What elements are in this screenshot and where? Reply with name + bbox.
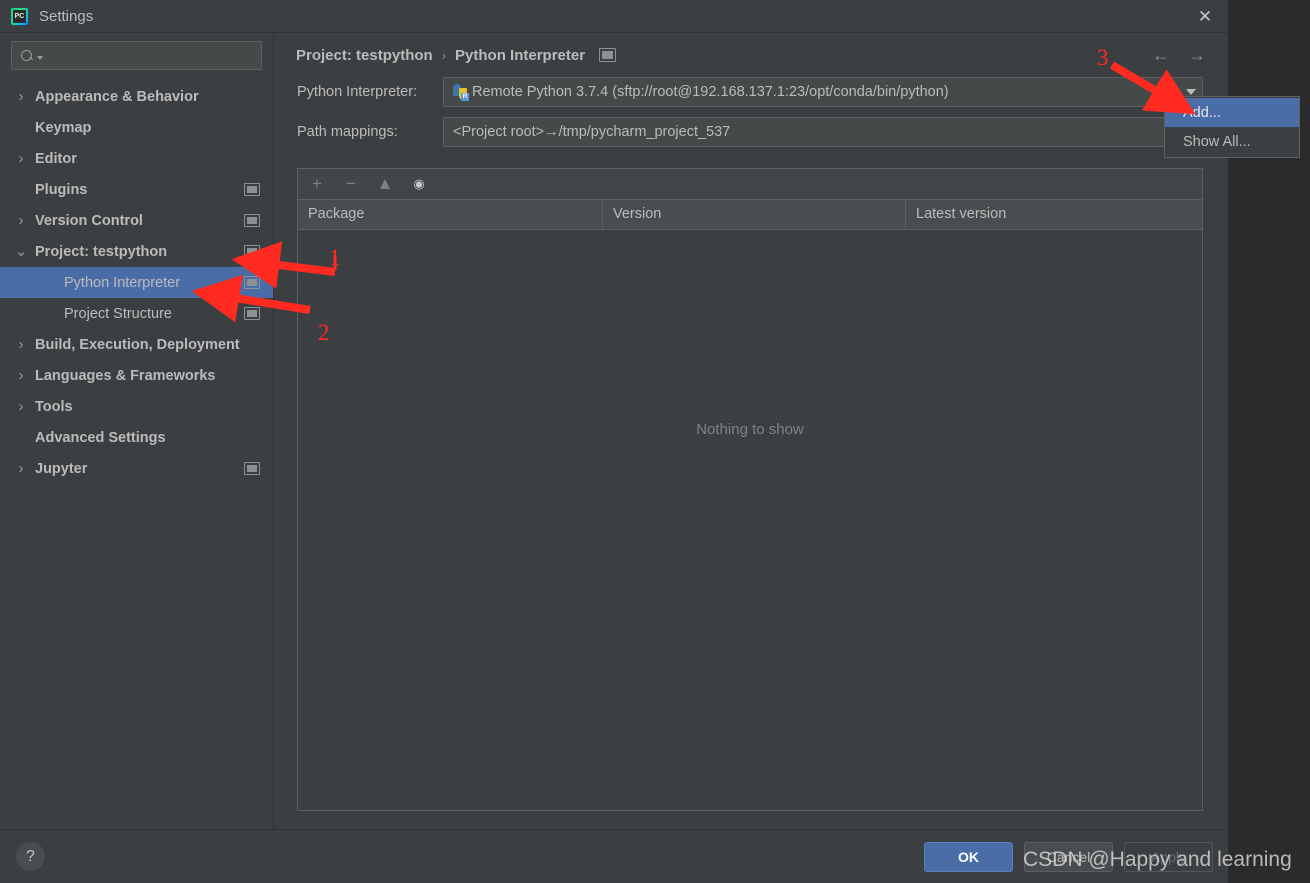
dialog-body: › Appearance & Behavior Keymap › Editor Plugi…: [0, 32, 1228, 829]
settings-sidebar: › Appearance & Behavior Keymap › Editor Plugi…: [0, 33, 274, 829]
sidebar-item-project-testpython[interactable]: ⌄ Project: testpython: [0, 236, 273, 267]
sidebar-item-label: Appearance & Behavior: [35, 88, 199, 105]
breadcrumb-separator: ›: [441, 47, 447, 63]
breadcrumb-project[interactable]: Project: testpython: [296, 47, 433, 64]
sidebar-item-python-interpreter[interactable]: Python Interpreter: [0, 267, 273, 298]
sidebar-item-build-execution-deployment[interactable]: › Build, Execution, Deployment: [0, 329, 273, 360]
column-header-package[interactable]: Package: [298, 200, 603, 229]
add-package-icon[interactable]: +: [308, 175, 326, 193]
sidebar-item-label: Version Control: [35, 212, 143, 229]
chevron-right-icon[interactable]: ›: [13, 367, 29, 384]
packages-empty-state: Nothing to show: [298, 230, 1202, 810]
remove-package-icon[interactable]: −: [342, 175, 360, 193]
window-title: Settings: [39, 7, 94, 25]
packages-toolbar: + − ▲ ◉: [298, 169, 1202, 200]
packages-panel: + − ▲ ◉ Package Version Latest version Noth…: [297, 168, 1203, 811]
sidebar-item-languages-frameworks[interactable]: › Languages & Frameworks: [0, 360, 273, 391]
watermark: CSDN @Happy and learning: [1023, 848, 1292, 871]
search-container: [0, 33, 273, 79]
project-scope-icon: [244, 214, 260, 227]
sidebar-item-advanced-settings[interactable]: Advanced Settings: [0, 422, 273, 453]
chevron-down-icon[interactable]: ⌄: [13, 244, 29, 259]
interpreter-row: Python Interpreter: R Remote Python 3.7.…: [274, 77, 1228, 107]
sidebar-item-tools[interactable]: › Tools: [0, 391, 273, 422]
sidebar-item-project-structure[interactable]: Project Structure: [0, 298, 273, 329]
packages-header: Package Version Latest version: [298, 200, 1202, 230]
sidebar-item-label: Languages & Frameworks: [35, 367, 216, 384]
arrow-left-icon[interactable]: ←: [1152, 46, 1170, 64]
sidebar-item-label: Editor: [35, 150, 77, 167]
sidebar-item-version-control[interactable]: › Version Control: [0, 205, 273, 236]
settings-dialog: Settings ✕ ›Appearance & BehaviorKeymap›…: [0, 0, 1228, 883]
sidebar-item-jupyter[interactable]: › Jupyter: [0, 453, 273, 484]
sidebar-item-label: Advanced Settings: [35, 429, 166, 446]
interpreter-popup-menu: Add... Show All...: [1164, 96, 1300, 158]
project-scope-icon: [244, 245, 260, 258]
sidebar-item-label: Plugins: [35, 181, 88, 198]
ok-button[interactable]: OK: [924, 841, 1013, 872]
sidebar-item-label: Build, Execution, Deployment: [35, 336, 240, 353]
sidebar-item-appearance-behavior[interactable]: › Appearance & Behavior: [0, 81, 273, 112]
project-scope-icon: [599, 48, 617, 62]
chevron-right-icon[interactable]: ›: [13, 460, 29, 477]
path-mappings-row: Path mappings: <Project root>→/tmp/pycha…: [274, 117, 1228, 147]
sidebar-item-label: Keymap: [35, 119, 92, 136]
chevron-right-icon[interactable]: ›: [13, 150, 29, 167]
path-mappings-field[interactable]: <Project root>→/tmp/pycharm_project_537: [443, 117, 1203, 147]
project-scope-icon: [244, 307, 260, 320]
search-input[interactable]: [43, 47, 261, 64]
sidebar-item-keymap[interactable]: Keymap: [0, 112, 273, 143]
python-remote-icon: R: [452, 84, 469, 101]
interpreter-label: Python Interpreter:: [297, 84, 418, 100]
path-mappings-label: Path mappings:: [297, 124, 398, 140]
pycharm-icon: [11, 7, 28, 25]
column-header-version[interactable]: Version: [603, 200, 906, 229]
arrow-right-icon[interactable]: →: [1188, 46, 1206, 64]
menu-item-show-all[interactable]: Show All...: [1165, 127, 1299, 156]
chevron-right-icon[interactable]: ›: [13, 336, 29, 353]
interpreter-combo[interactable]: R Remote Python 3.7.4 (sftp://root@192.1…: [443, 77, 1203, 107]
empty-state-text: Nothing to show: [696, 421, 804, 438]
upgrade-package-icon[interactable]: ▲: [376, 175, 394, 193]
content-pane: Project: testpython › Python Interpreter…: [274, 33, 1228, 829]
close-icon[interactable]: ✕: [1182, 0, 1228, 32]
show-early-releases-icon[interactable]: ◉: [410, 175, 428, 193]
sidebar-item-editor[interactable]: › Editor: [0, 143, 273, 174]
search-field[interactable]: [11, 41, 262, 70]
breadcrumb-page: Python Interpreter: [455, 46, 586, 64]
project-scope-icon: [244, 276, 260, 289]
sidebar-item-label: Project: testpython: [35, 243, 168, 260]
search-icon: [21, 49, 35, 63]
sidebar-item-plugins[interactable]: Plugins: [0, 174, 273, 205]
menu-item-add[interactable]: Add...: [1165, 98, 1299, 127]
path-mappings-value: <Project root>→/tmp/pycharm_project_537: [453, 124, 731, 140]
sidebar-item-label: Python Interpreter: [64, 274, 181, 291]
column-header-latest-version[interactable]: Latest version: [906, 200, 1202, 229]
nav-arrows: ← →: [1152, 33, 1206, 77]
help-button[interactable]: ?: [16, 842, 45, 871]
chevron-right-icon[interactable]: ›: [13, 88, 29, 105]
chevron-right-icon[interactable]: ›: [13, 398, 29, 415]
sidebar-item-label: Project Structure: [64, 305, 172, 322]
project-scope-icon: [244, 462, 260, 475]
chevron-right-icon[interactable]: ›: [13, 212, 29, 229]
title-bar: Settings ✕: [0, 0, 1228, 32]
interpreter-value: Remote Python 3.7.4 (sftp://root@192.168…: [472, 84, 949, 100]
sidebar-item-label: Jupyter: [35, 460, 88, 477]
project-scope-icon: [244, 183, 260, 196]
chevron-down-icon[interactable]: [1186, 89, 1196, 95]
breadcrumb: Project: testpython › Python Interpreter…: [274, 33, 1228, 77]
settings-tree: › Appearance & Behavior Keymap › Editor Plugi…: [0, 79, 273, 829]
sidebar-item-label: Tools: [35, 398, 73, 415]
